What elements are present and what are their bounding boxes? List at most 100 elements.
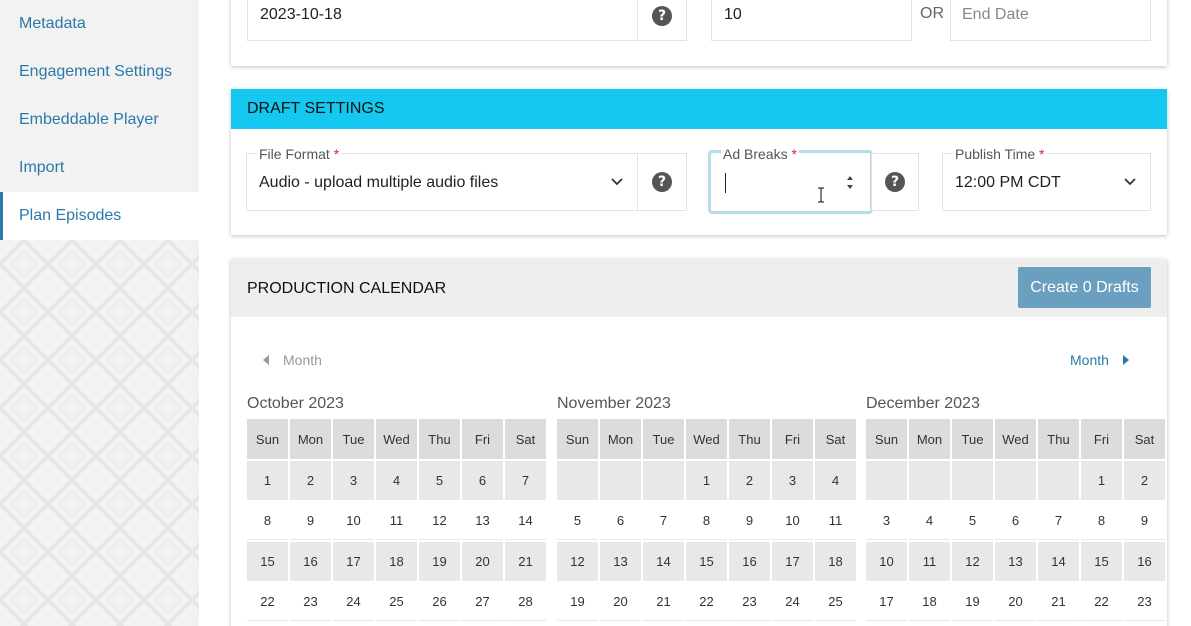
file-format-label: File Format *: [257, 146, 342, 162]
sidebar-item-metadata[interactable]: Metadata: [0, 0, 199, 48]
calendar-day-cell[interactable]: 15: [247, 542, 288, 581]
calendar-day-cell[interactable]: 21: [1038, 582, 1079, 621]
calendar-day-cell[interactable]: 10: [772, 501, 813, 540]
calendar-day-cell[interactable]: 16: [290, 542, 331, 581]
calendar-day-cell[interactable]: 11: [909, 542, 950, 581]
calendar-day-cell[interactable]: 18: [815, 542, 856, 581]
calendar-day-cell[interactable]: 19: [419, 542, 460, 581]
month-grid-october: Sun Mon Tue Wed Thu Fri Sat 1 2 3 4 5 6 7 8 9 10 11 12 13 14…: [245, 417, 548, 623]
calendar-day-cell[interactable]: 1: [686, 461, 727, 500]
sidebar-item-engagement-settings[interactable]: Engagement Settings: [0, 48, 199, 96]
calendar-day-cell[interactable]: 8: [247, 501, 288, 540]
calendar-day-cell[interactable]: 26: [419, 582, 460, 621]
calendar-day-cell[interactable]: 7: [505, 461, 546, 500]
calendar-day-cell[interactable]: 2: [1124, 461, 1165, 500]
sidebar-item-import[interactable]: Import: [0, 144, 199, 192]
calendar-empty-cell: [643, 461, 684, 500]
calendar-day-cell[interactable]: 18: [376, 542, 417, 581]
calendar-day-cell[interactable]: 23: [729, 582, 770, 621]
calendar-day-cell[interactable]: 10: [333, 501, 374, 540]
calendar-day-cell[interactable]: 13: [600, 542, 641, 581]
calendar-day-cell[interactable]: 9: [729, 501, 770, 540]
number-spinner[interactable]: [844, 173, 856, 193]
start-date-value: 2023-10-18: [260, 6, 342, 23]
calendar-day-cell[interactable]: 23: [1124, 582, 1165, 621]
chevron-down-icon: [1124, 178, 1136, 186]
calendar-day-cell[interactable]: 12: [952, 542, 993, 581]
prev-month-button[interactable]: Month: [263, 352, 322, 368]
calendar-day-cell[interactable]: 10: [866, 542, 907, 581]
calendar-day-cell[interactable]: 6: [462, 461, 503, 500]
calendar-day-cell[interactable]: 27: [462, 582, 503, 621]
calendar-day-cell[interactable]: 14: [1038, 542, 1079, 581]
calendar-day-cell[interactable]: 28: [505, 582, 546, 621]
calendar-day-cell[interactable]: 16: [729, 542, 770, 581]
calendar-day-cell[interactable]: 8: [686, 501, 727, 540]
calendar-day-cell[interactable]: 20: [600, 582, 641, 621]
next-month-button[interactable]: Month: [1070, 352, 1129, 368]
calendar-day-cell[interactable]: 17: [333, 542, 374, 581]
calendar-day-cell[interactable]: 24: [772, 582, 813, 621]
calendar-day-cell[interactable]: 12: [557, 542, 598, 581]
episode-count-field[interactable]: 10: [711, 0, 912, 41]
calendar-day-cell[interactable]: 3: [772, 461, 813, 500]
calendar-day-cell[interactable]: 1: [247, 461, 288, 500]
calendar-day-cell[interactable]: 20: [995, 582, 1036, 621]
calendar-week-row: 3456789: [866, 501, 1165, 540]
draft-settings-header: DRAFT SETTINGS: [231, 89, 1167, 129]
calendar-day-cell[interactable]: 2: [729, 461, 770, 500]
calendar-day-cell[interactable]: 13: [462, 501, 503, 540]
calendar-day-cell[interactable]: 19: [952, 582, 993, 621]
calendar-day-cell[interactable]: 4: [815, 461, 856, 500]
calendar-day-cell[interactable]: 3: [333, 461, 374, 500]
calendar-day-cell[interactable]: 22: [247, 582, 288, 621]
calendar-day-cell[interactable]: 19: [557, 582, 598, 621]
calendar-day-cell[interactable]: 5: [419, 461, 460, 500]
calendar-day-cell[interactable]: 21: [643, 582, 684, 621]
calendar-day-cell[interactable]: 25: [376, 582, 417, 621]
calendar-day-cell[interactable]: 18: [909, 582, 950, 621]
calendar-day-cell[interactable]: 9: [290, 501, 331, 540]
calendar-day-cell[interactable]: 22: [686, 582, 727, 621]
calendar-day-cell[interactable]: 1: [1081, 461, 1122, 500]
calendar-day-cell[interactable]: 11: [376, 501, 417, 540]
calendar-day-cell[interactable]: 5: [557, 501, 598, 540]
calendar-day-cell[interactable]: 12: [419, 501, 460, 540]
calendar-day-cell[interactable]: 21: [505, 542, 546, 581]
calendar-day-cell[interactable]: 6: [995, 501, 1036, 540]
sidebar-item-embeddable-player[interactable]: Embeddable Player: [0, 96, 199, 144]
calendar-day-cell[interactable]: 14: [505, 501, 546, 540]
calendar-day-cell[interactable]: 17: [866, 582, 907, 621]
calendar-day-cell[interactable]: 2: [290, 461, 331, 500]
calendar-day-cell[interactable]: 24: [333, 582, 374, 621]
sidebar-item-plan-episodes[interactable]: Plan Episodes: [0, 192, 199, 240]
calendar-day-cell[interactable]: 15: [686, 542, 727, 581]
calendar-day-cell[interactable]: 6: [600, 501, 641, 540]
calendar-day-cell[interactable]: 3: [866, 501, 907, 540]
file-format-help[interactable]: ?: [637, 153, 687, 211]
calendar-day-cell[interactable]: 17: [772, 542, 813, 581]
calendar-day-cell[interactable]: 13: [995, 542, 1036, 581]
ad-breaks-help[interactable]: ?: [871, 153, 919, 211]
calendar-day-cell[interactable]: 14: [643, 542, 684, 581]
calendar-day-cell[interactable]: 5: [952, 501, 993, 540]
calendar-day-cell[interactable]: 23: [290, 582, 331, 621]
calendar-day-cell[interactable]: 7: [643, 501, 684, 540]
calendar-day-cell[interactable]: 15: [1081, 542, 1122, 581]
calendar-day-cell[interactable]: 16: [1124, 542, 1165, 581]
calendar-day-cell[interactable]: 20: [462, 542, 503, 581]
start-date-field[interactable]: 2023-10-18: [247, 0, 638, 41]
calendar-day-cell[interactable]: 11: [815, 501, 856, 540]
calendar-day-cell[interactable]: 8: [1081, 501, 1122, 540]
start-date-help[interactable]: ?: [637, 0, 687, 41]
calendar-day-cell[interactable]: 25: [815, 582, 856, 621]
calendar-day-cell[interactable]: 7: [1038, 501, 1079, 540]
calendar-day-cell[interactable]: 4: [909, 501, 950, 540]
publish-time-label: Publish Time *: [953, 146, 1047, 162]
calendar-title: PRODUCTION CALENDAR: [247, 280, 447, 297]
create-drafts-button[interactable]: Create 0 Drafts: [1018, 267, 1151, 308]
calendar-day-cell[interactable]: 22: [1081, 582, 1122, 621]
calendar-day-cell[interactable]: 9: [1124, 501, 1165, 540]
end-date-field[interactable]: End Date: [950, 0, 1151, 41]
calendar-day-cell[interactable]: 4: [376, 461, 417, 500]
